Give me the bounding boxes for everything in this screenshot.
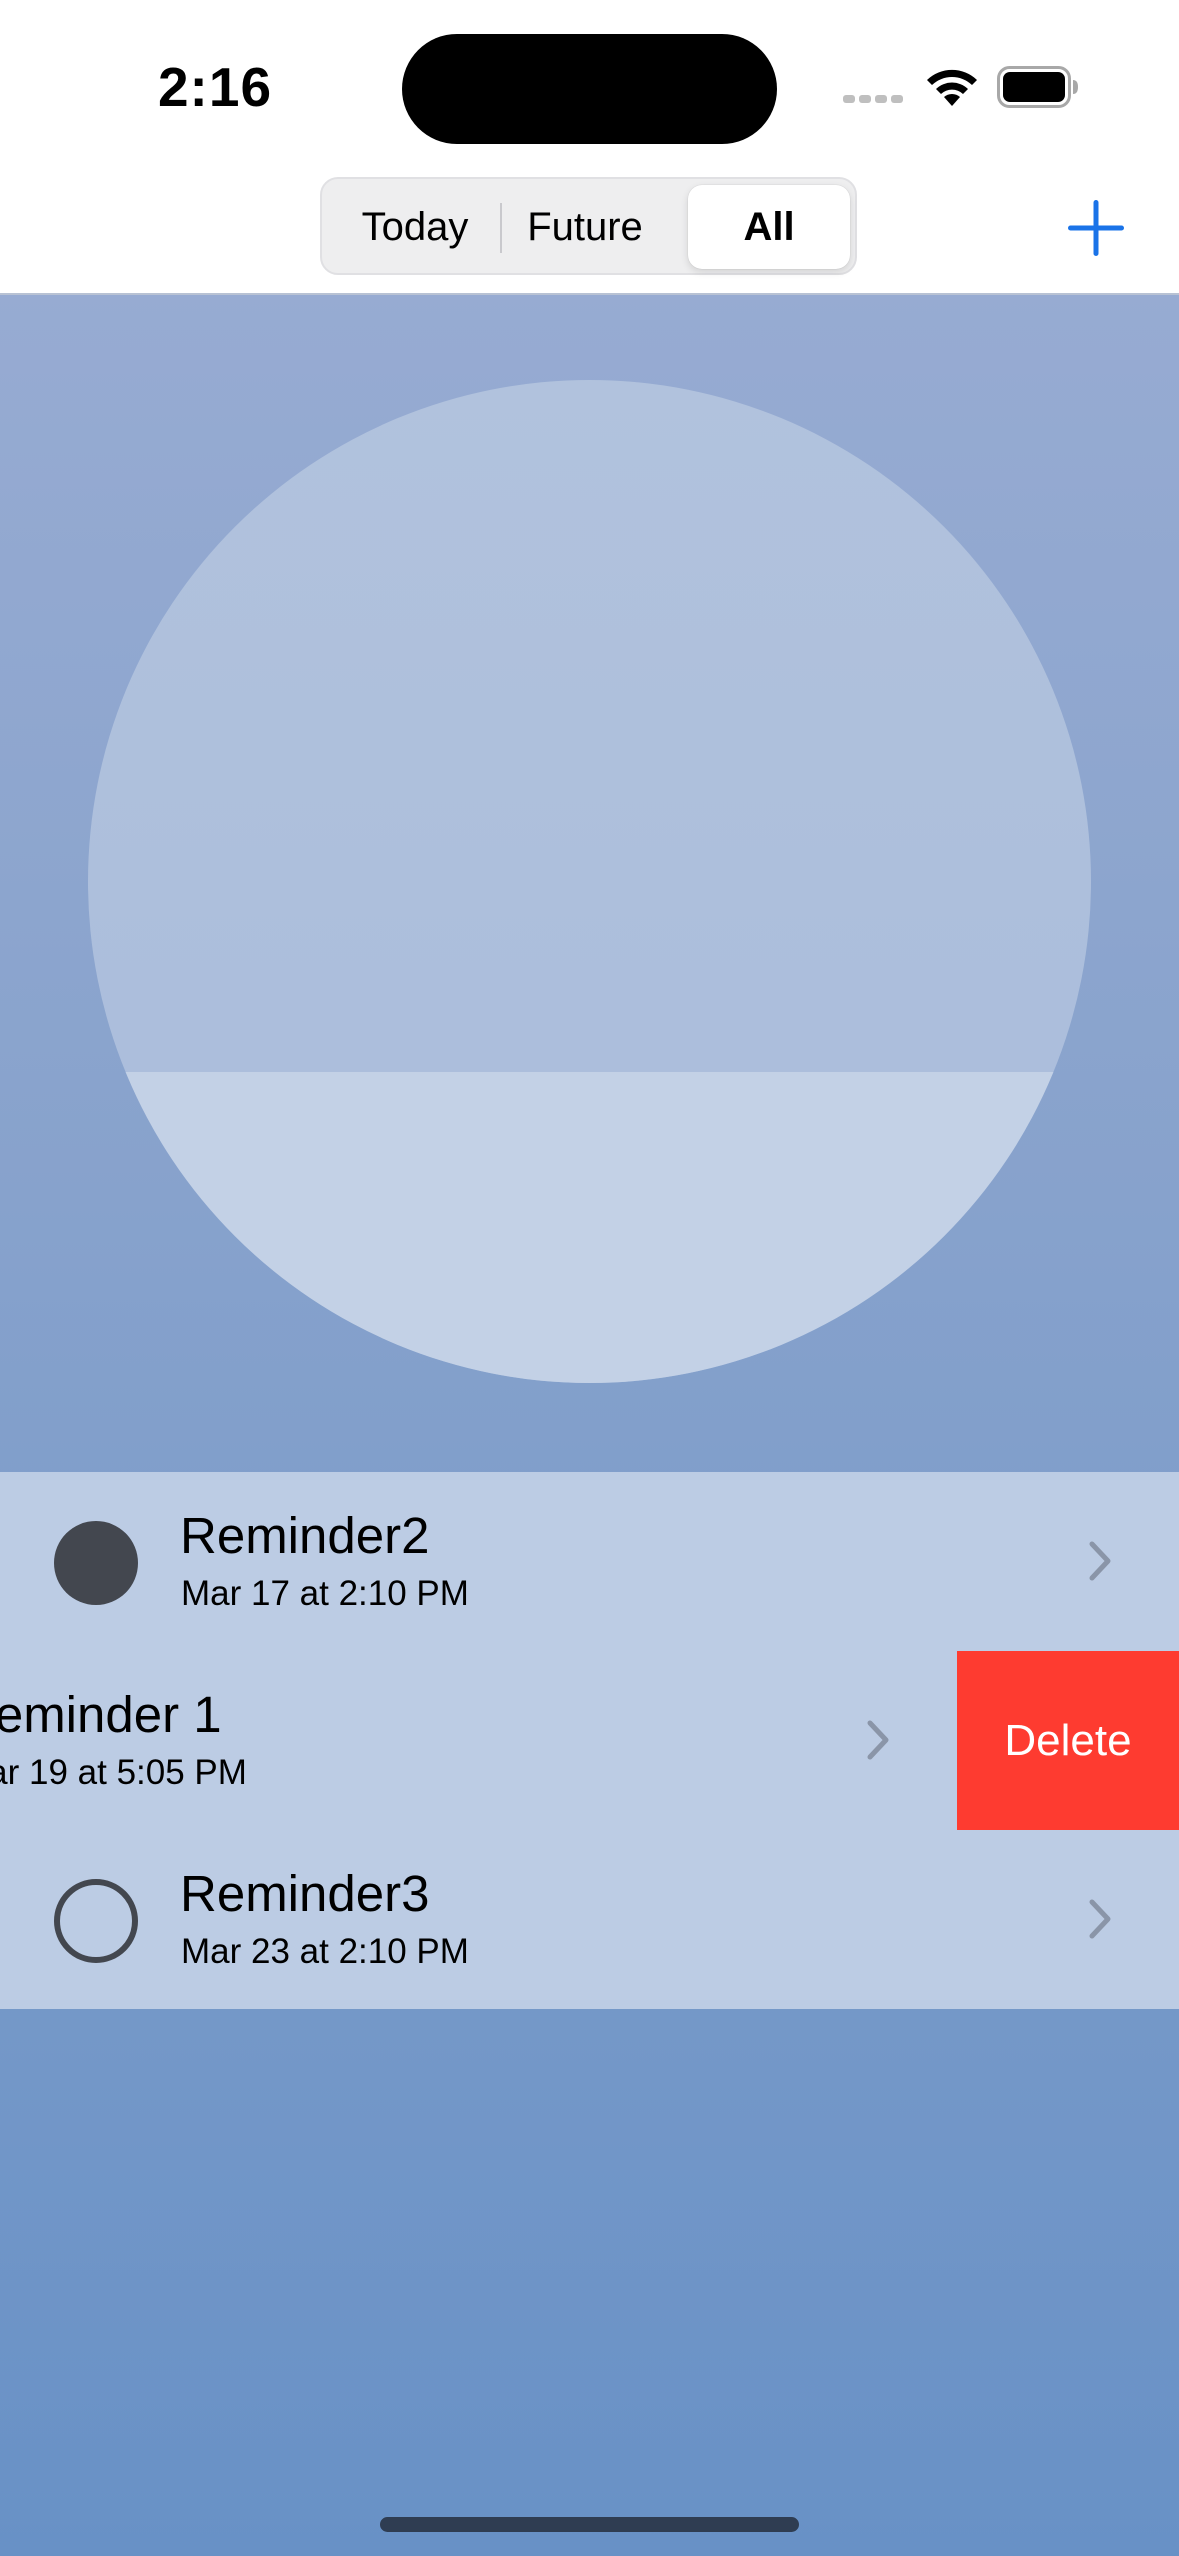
incomplete-checkbox[interactable] (54, 1879, 138, 1963)
reminder-title: Reminder3 (180, 1865, 430, 1922)
battery-icon (997, 66, 1078, 108)
list-item[interactable]: Reminder3 Mar 23 at 2:10 PM (0, 1830, 1179, 2009)
reminder-date: Mar 17 at 2:10 PM (181, 1574, 469, 1613)
dynamic-island (402, 34, 777, 144)
chevron-right-icon[interactable] (1088, 1898, 1112, 1940)
delete-button[interactable]: Delete (957, 1651, 1179, 1830)
reminder-title: Reminder 1 (0, 1686, 222, 1743)
navigation-bar: 2:16 Today Future All (0, 0, 1179, 295)
segment-today[interactable]: Today (330, 185, 500, 269)
reminders-screen: 2:16 Today Future All Reminder2 Mar 17 a… (0, 0, 1179, 2556)
completed-checkbox[interactable] (54, 1521, 138, 1605)
filter-segmented-control: Today Future All (320, 177, 857, 275)
reminder-date: Mar 19 at 5:05 PM (0, 1753, 247, 1792)
segment-future[interactable]: Future (500, 185, 670, 269)
reminder-title: Reminder2 (180, 1507, 430, 1564)
progress-fill (88, 1072, 1091, 1383)
reminder-date: Mar 23 at 2:10 PM (181, 1932, 469, 1971)
reminder-list: Reminder2 Mar 17 at 2:10 PM Reminder 1 M… (0, 1472, 1179, 2009)
segment-all[interactable]: All (688, 185, 850, 269)
cellular-signal-icon (843, 95, 903, 103)
status-time: 2:16 (157, 56, 273, 118)
wifi-icon (927, 69, 977, 106)
chevron-right-icon[interactable] (866, 1719, 890, 1761)
progress-circle (88, 380, 1091, 1383)
home-indicator[interactable] (380, 2517, 799, 2532)
plus-icon[interactable] (1064, 196, 1128, 260)
chevron-right-icon[interactable] (1088, 1540, 1112, 1582)
list-item[interactable]: Reminder2 Mar 17 at 2:10 PM (0, 1472, 1179, 1651)
